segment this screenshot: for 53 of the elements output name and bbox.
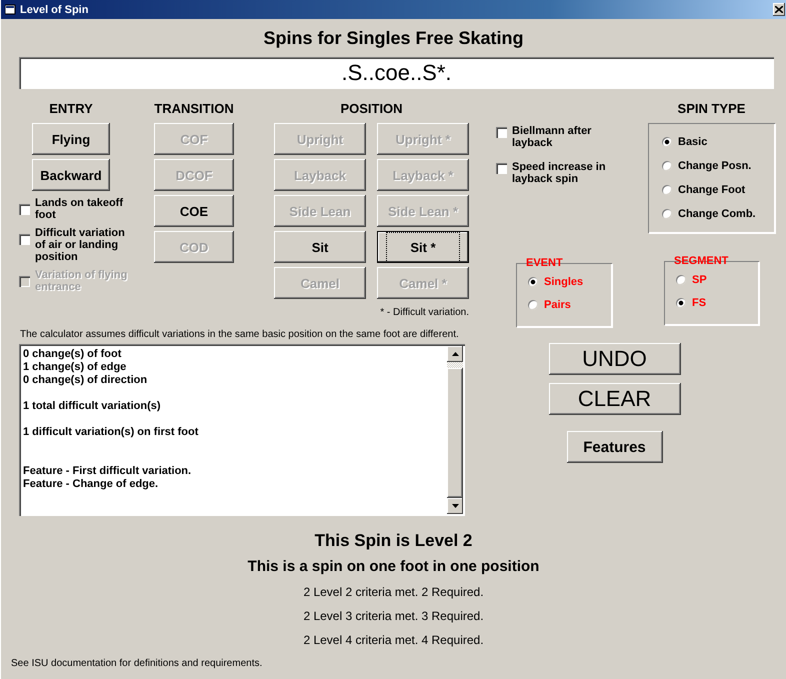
group-title: SEGMENT bbox=[673, 255, 730, 267]
up-arrow-icon bbox=[452, 352, 458, 356]
radio-button[interactable] bbox=[662, 185, 672, 195]
radio-option[interactable]: Change Posn. bbox=[662, 159, 775, 173]
position-button[interactable]: Sit bbox=[274, 231, 366, 263]
action-button[interactable]: UNDO bbox=[548, 343, 680, 375]
column-header: POSITION bbox=[340, 100, 403, 118]
footnote: * - Difficult variation. bbox=[380, 307, 469, 318]
radio-option[interactable]: Change Foot bbox=[662, 183, 775, 197]
entry-button[interactable]: Backward bbox=[32, 159, 110, 191]
scroll-thumb[interactable] bbox=[447, 368, 463, 498]
spin-code-field[interactable]: .S..coe..S*. bbox=[19, 57, 774, 89]
spin-description: This is a spin on one foot in one position bbox=[248, 557, 540, 577]
criteria-text: 2 Level 3 criteria met. 3 Required. bbox=[303, 608, 484, 625]
entry-button[interactable]: Flying bbox=[32, 123, 110, 155]
position-button[interactable]: Sit * bbox=[377, 231, 469, 263]
checkbox[interactable] bbox=[19, 234, 30, 245]
column-header: ENTRY bbox=[49, 100, 93, 118]
radio-button[interactable] bbox=[676, 298, 686, 308]
action-button[interactable]: CLEAR bbox=[548, 383, 680, 415]
level-headline: This Spin is Level 2 bbox=[314, 530, 472, 552]
scrollbar[interactable] bbox=[447, 346, 463, 514]
checkbox[interactable] bbox=[19, 204, 30, 215]
radio-option[interactable]: Change Comb. bbox=[662, 207, 775, 221]
checkbox[interactable] bbox=[496, 127, 507, 138]
checkbox-option[interactable]: Speed increase in layback spin bbox=[496, 161, 614, 185]
form-heading: Spins for Singles Free Skating bbox=[262, 28, 525, 50]
down-arrow-icon bbox=[452, 504, 458, 508]
radio-option[interactable]: Basic bbox=[662, 135, 775, 149]
scroll-track[interactable] bbox=[447, 362, 463, 368]
footer-note: See ISU documentation for definitions and requirements. bbox=[11, 658, 264, 669]
close-icon bbox=[775, 6, 783, 13]
criteria-text: 2 Level 2 criteria met. 2 Required. bbox=[303, 584, 484, 601]
radio-button[interactable] bbox=[662, 209, 672, 219]
window-title: Level of Spin bbox=[20, 4, 90, 16]
radio-button[interactable] bbox=[662, 137, 672, 147]
action-button[interactable]: Features bbox=[566, 431, 662, 463]
note-text: The calculator assumes difficult variations in the same basic position on the same foot are different. bbox=[20, 329, 460, 342]
checkbox-option[interactable]: Lands on takeoff foot bbox=[19, 197, 131, 221]
checkbox-option[interactable]: Biellmann after layback bbox=[496, 125, 614, 149]
radio-button[interactable] bbox=[528, 300, 538, 310]
column-header: TRANSITION bbox=[154, 100, 234, 118]
checkbox[interactable] bbox=[496, 163, 507, 174]
group-title: EVENT bbox=[525, 257, 564, 269]
close-button[interactable] bbox=[773, 3, 785, 16]
transition-button[interactable]: COE bbox=[154, 195, 234, 227]
column-header: SPIN TYPE bbox=[676, 100, 746, 118]
radio-button[interactable] bbox=[676, 275, 686, 285]
checkbox-option[interactable]: Difficult variation of air or landing position bbox=[19, 227, 131, 263]
criteria-text: 2 Level 4 criteria met. 4 Required. bbox=[303, 632, 484, 649]
window-icon bbox=[5, 4, 17, 15]
radio-button[interactable] bbox=[528, 277, 538, 287]
radio-button[interactable] bbox=[662, 161, 672, 171]
